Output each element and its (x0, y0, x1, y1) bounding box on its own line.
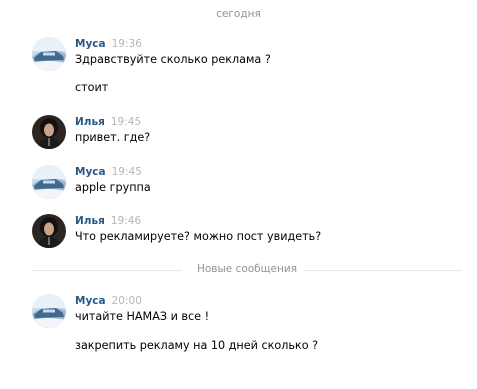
message-header: Илья 19:46 (75, 214, 141, 228)
author-name[interactable]: Илья (75, 215, 105, 227)
message-time: 19:45 (111, 166, 142, 178)
message-text: Здравствуйте сколько реклама ? (75, 53, 271, 66)
message-item: Муса 19:36 Здравствуйте сколько реклама ?… (32, 37, 472, 97)
message-item: Муса 20:00 читайте НАМАЗ и все ! закрепит… (32, 294, 472, 356)
message-item: Илья 19:45 привет. где? (32, 115, 472, 151)
winter-car-avatar-icon (32, 294, 66, 328)
avatar[interactable] (32, 214, 66, 248)
message-time: 19:45 (110, 116, 142, 128)
message-time: 20:00 (111, 295, 142, 307)
avatar[interactable] (32, 115, 66, 149)
author-name[interactable]: Муса (75, 38, 106, 50)
person-portrait-avatar-icon (32, 214, 66, 248)
message-text: закрепить рекламу на 10 дней сколько ? (75, 339, 319, 352)
avatar[interactable] (32, 37, 66, 71)
author-name[interactable]: Илья (75, 116, 105, 128)
avatar[interactable] (32, 294, 66, 328)
message-item: Илья 19:46 Что рекламируете? можно пост у… (32, 214, 472, 250)
author-name[interactable]: Муса (75, 166, 106, 178)
message-header: Муса 19:45 (75, 165, 142, 179)
author-name[interactable]: Муса (75, 295, 106, 307)
avatar[interactable] (32, 165, 66, 199)
date-separator: сегодня (216, 8, 261, 20)
message-time: 19:36 (111, 38, 142, 50)
message-text: привет. где? (75, 131, 151, 144)
new-messages-separator: Новые сообщения (32, 262, 462, 278)
message-header: Муса 20:00 (75, 294, 142, 308)
message-item: Муса 19:45 apple группа (32, 165, 472, 201)
winter-car-avatar-icon (32, 165, 66, 199)
message-header: Муса 19:36 (75, 37, 142, 51)
message-text: apple группа (75, 181, 151, 194)
new-messages-label: Новые сообщения (196, 263, 298, 275)
winter-car-avatar-icon (32, 37, 66, 71)
message-text: читайте НАМАЗ и все ! (75, 310, 210, 323)
message-time: 19:46 (110, 215, 142, 227)
message-text: Что рекламируете? можно пост увидеть? (75, 230, 322, 243)
person-portrait-avatar-icon (32, 115, 66, 149)
message-header: Илья 19:45 (75, 115, 141, 129)
message-text: стоит (75, 81, 109, 94)
